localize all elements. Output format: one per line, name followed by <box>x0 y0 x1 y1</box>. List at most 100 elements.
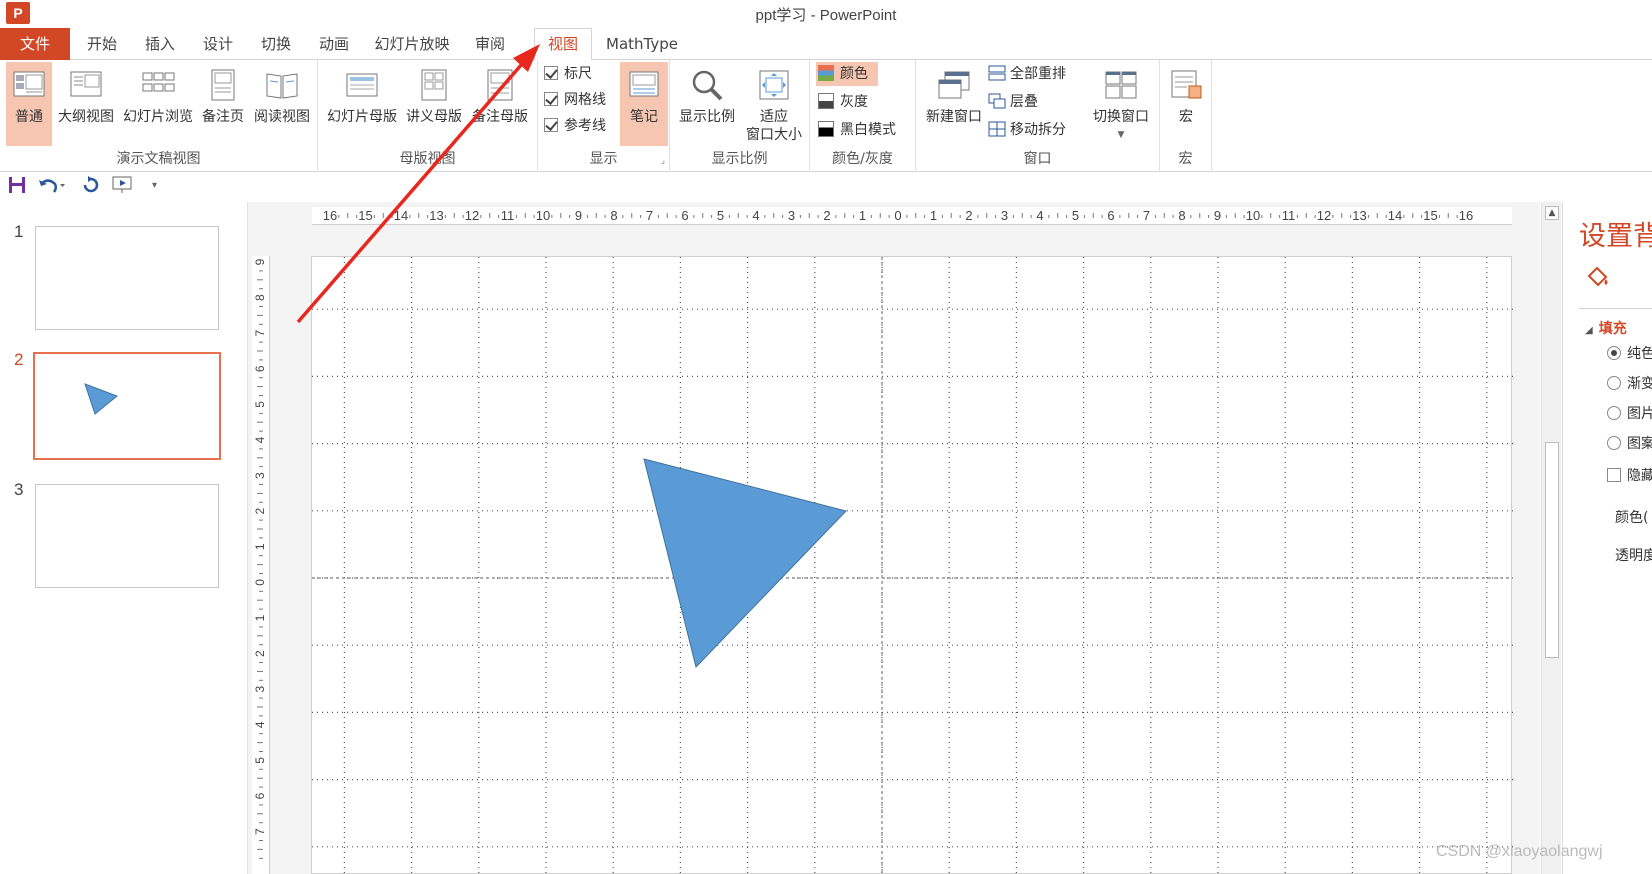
tab-transitions[interactable]: 切换 <box>252 30 300 60</box>
save-button[interactable] <box>8 176 26 198</box>
color-button[interactable]: 颜色 <box>816 62 878 86</box>
ruler-tick-label: 3 <box>253 686 267 693</box>
ruler-tick-label: 15 <box>358 208 372 223</box>
slideshow-icon <box>112 176 132 193</box>
scroll-thumb[interactable] <box>1545 442 1559 658</box>
handout-master-label: 讲义母版 <box>406 109 462 125</box>
scroll-up-arrow-icon[interactable]: ▲ <box>1545 206 1559 220</box>
start-slideshow-button[interactable] <box>112 176 134 198</box>
ruler-tick-label: 3 <box>1001 208 1008 223</box>
slide-thumbnail[interactable] <box>35 484 219 588</box>
vertical-ruler: 9 8 7 6 5 4 3 2 1 0 1 2 3 4 5 6 7 <box>252 256 270 874</box>
group-show: 标尺 网格线 参考线 笔记 显示 ⌟ <box>538 60 670 172</box>
slide-canvas[interactable] <box>311 256 1513 874</box>
vertical-scrollbar[interactable]: ▲ <box>1541 202 1561 874</box>
macros-button[interactable]: 宏 <box>1164 62 1208 146</box>
title-bar: P ppt学习 - PowerPoint <box>0 0 1652 26</box>
grayscale-button[interactable]: 灰度 <box>818 90 868 114</box>
group-color-grayscale: 颜色 灰度 黑白模式 颜色/灰度 <box>810 60 916 172</box>
hide-background-checkbox[interactable]: 隐藏 <box>1607 466 1652 486</box>
notes-master-button[interactable]: 备注母版 <box>468 62 532 146</box>
notes-page-label: 备注页 <box>202 109 244 125</box>
undo-button[interactable] <box>38 176 66 198</box>
ruler-tick-label: 8 <box>1178 208 1185 223</box>
slide-thumbnail-selected[interactable] <box>33 352 221 460</box>
new-window-button[interactable]: 新建窗口 <box>922 62 986 146</box>
slide-number: 2 <box>14 350 24 369</box>
notes-button[interactable]: 笔记 <box>620 62 668 146</box>
triangle-shape[interactable] <box>643 458 847 668</box>
gridlines-checkbox[interactable]: 网格线 <box>544 88 606 112</box>
redo-button[interactable] <box>82 176 100 198</box>
solid-fill-option[interactable]: 纯色 <box>1607 344 1652 364</box>
ruler-tick-label: 2 <box>253 508 267 515</box>
ruler-tick-label: 10 <box>1246 208 1260 223</box>
ruler-tick-label: 8 <box>610 208 617 223</box>
black-white-label: 黑白模式 <box>840 122 896 138</box>
outline-view-button[interactable]: 大纲视图 <box>56 62 116 146</box>
ruler-tick-label: 4 <box>752 208 759 223</box>
notes-page-button[interactable]: 备注页 <box>198 62 248 146</box>
handout-master-button[interactable]: 讲义母版 <box>402 62 466 146</box>
ribbon: 普通 大纲视图 幻灯片浏览 备注页 阅读视图 演示文稿视图 幻灯片母版 讲义母版… <box>0 60 1652 172</box>
tab-insert[interactable]: 插入 <box>136 30 184 60</box>
vertical-ruler-ticks: 9 8 7 6 5 4 3 2 1 0 1 2 3 4 5 6 7 <box>253 258 267 859</box>
ruler-tick-label: 3 <box>788 208 795 223</box>
gridlines-check-icon <box>544 92 558 106</box>
tab-home[interactable]: 开始 <box>78 30 126 60</box>
customize-qat-icon[interactable]: ▾ <box>152 180 157 202</box>
ruler-tick-label: 6 <box>1107 208 1114 223</box>
show-dialog-launcher-icon[interactable]: ⌟ <box>661 156 665 166</box>
arrange-all-button[interactable]: 全部重排 <box>988 62 1066 86</box>
normal-view-button[interactable]: 普通 <box>6 62 52 146</box>
tab-review[interactable]: 审阅 <box>466 30 514 60</box>
notes-label: 笔记 <box>630 109 658 125</box>
slide-sorter-button[interactable]: 幻灯片浏览 <box>120 62 196 146</box>
move-split-label: 移动拆分 <box>1010 122 1066 138</box>
tab-view[interactable]: 视图 <box>534 28 592 61</box>
tab-animations[interactable]: 动画 <box>310 30 358 60</box>
slide-sorter-icon <box>142 72 175 92</box>
ruler-label: 标尺 <box>564 66 592 82</box>
solid-fill-label: 纯色 <box>1627 346 1652 362</box>
ruler-tick-label: 5 <box>717 208 724 223</box>
ruler-tick-label: 4 <box>253 721 267 728</box>
fit-to-window-button[interactable]: 适应 窗口大小 <box>742 62 806 162</box>
ruler-tick-label: 3 <box>253 472 267 479</box>
triangle-shape-layer <box>643 458 847 668</box>
zoom-button[interactable]: 显示比例 <box>674 62 740 146</box>
collapse-triangle-icon: ◢ <box>1585 325 1593 336</box>
cascade-button[interactable]: 层叠 <box>988 90 1038 114</box>
reading-view-icon <box>266 73 298 99</box>
move-split-button[interactable]: 移动拆分 <box>988 118 1066 142</box>
ruler-tick-label: 5 <box>253 401 267 408</box>
picture-fill-option[interactable]: 图片 <box>1607 404 1652 424</box>
tab-design[interactable]: 设计 <box>194 30 242 60</box>
arrange-all-icon <box>988 65 1006 81</box>
paint-bucket-icon[interactable] <box>1585 264 1611 290</box>
quick-access-toolbar: ▾ <box>0 172 1652 202</box>
slide-master-button[interactable]: 幻灯片母版 <box>324 62 400 146</box>
ruler-tick-label: 8 <box>253 294 267 301</box>
gradient-fill-option[interactable]: 渐变 <box>1607 374 1652 394</box>
ruler-checkbox[interactable]: 标尺 <box>544 62 592 86</box>
black-white-button[interactable]: 黑白模式 <box>818 118 896 142</box>
tab-slideshow[interactable]: 幻灯片放映 <box>368 30 456 60</box>
tab-mathtype[interactable]: MathType <box>600 30 684 60</box>
handout-master-icon <box>421 69 447 101</box>
group-macros: 宏 宏 <box>1160 60 1212 172</box>
pattern-fill-option[interactable]: 图案 <box>1607 434 1652 454</box>
magnifier-icon <box>692 70 723 101</box>
guides-checkbox[interactable]: 参考线 <box>544 114 606 138</box>
radio-icon <box>1607 376 1621 390</box>
fill-section-header[interactable]: ◢ 填充 <box>1585 318 1627 338</box>
slide-thumbnail[interactable] <box>35 226 219 330</box>
tab-file[interactable]: 文件 <box>0 28 70 60</box>
ruler-tick-label: 6 <box>681 208 688 223</box>
window-title: ppt学习 - PowerPoint <box>755 7 897 24</box>
ruler-tick-label: 1 <box>930 208 937 223</box>
switch-windows-button[interactable]: 切换窗口 ▼ <box>1088 62 1154 146</box>
slide-sorter-label: 幻灯片浏览 <box>123 109 193 125</box>
reading-view-button[interactable]: 阅读视图 <box>250 62 314 146</box>
save-icon <box>9 177 25 193</box>
